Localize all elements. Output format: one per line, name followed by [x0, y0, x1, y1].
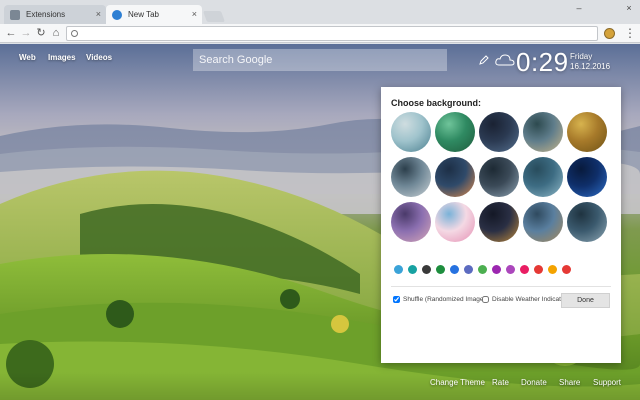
close-icon[interactable]: ×	[192, 5, 197, 24]
color-swatch[interactable]	[408, 265, 417, 274]
color-swatch[interactable]	[534, 265, 543, 274]
reload-icon[interactable]: ↻	[34, 25, 48, 41]
background-thumbnail-sunset-sea[interactable]	[435, 157, 475, 197]
rate-link[interactable]: Rate	[492, 378, 509, 387]
color-swatch[interactable]	[422, 265, 431, 274]
panel-title: Choose background:	[391, 98, 482, 108]
background-thumbnail-night-harbor[interactable]	[479, 112, 519, 152]
support-link[interactable]: Support	[593, 378, 621, 387]
background-thumbnail-bay-boats[interactable]	[523, 157, 563, 197]
background-thumbnail-city-lights[interactable]	[479, 202, 519, 242]
background-thumbnail-night-tower[interactable]	[567, 157, 607, 197]
color-swatch[interactable]	[548, 265, 557, 274]
videos-link[interactable]: Videos	[86, 53, 112, 62]
minimize-button[interactable]: –	[570, 2, 588, 14]
back-icon[interactable]: ←	[4, 25, 18, 41]
date-label: 16.12.2016	[570, 62, 611, 71]
background-thumbnail-canyon-lake[interactable]	[523, 202, 563, 242]
new-tab-page: Web Images Videos 0:29 Friday 16.12.2016…	[0, 44, 640, 400]
change-theme-link[interactable]: Change Theme	[430, 378, 485, 387]
color-swatch[interactable]	[492, 265, 501, 274]
forward-icon[interactable]: →	[19, 25, 33, 41]
background-chooser-panel: Choose background: Shuffle (Randomized I…	[381, 87, 621, 363]
extension-icon[interactable]	[604, 28, 615, 39]
pen-icon[interactable]	[479, 55, 489, 65]
tab-extensions[interactable]: Extensions ×	[4, 5, 106, 24]
donate-link[interactable]: Donate	[521, 378, 547, 387]
background-thumbnail-alpine-peak[interactable]	[391, 157, 431, 197]
menu-icon[interactable]: ⋮	[624, 25, 636, 41]
color-swatch[interactable]	[562, 265, 571, 274]
background-thumbnail-green-lagoon[interactable]	[435, 112, 475, 152]
cloud-icon	[495, 54, 515, 66]
background-thumbnail-purple-dusk[interactable]	[391, 202, 431, 242]
browser-toolbar: ← → ↻ ⌂ ⋮	[0, 24, 640, 43]
tab-title: New Tab	[128, 10, 159, 19]
tab-title: Extensions	[26, 10, 66, 19]
background-thumbnail-waterfall[interactable]	[391, 112, 431, 152]
color-swatch[interactable]	[506, 265, 515, 274]
address-bar[interactable]	[66, 26, 598, 41]
done-button[interactable]: Done	[561, 293, 610, 308]
weather-option[interactable]: Disable Weather Indicator	[482, 296, 567, 303]
search-input[interactable]	[193, 49, 447, 71]
share-link[interactable]: Share	[559, 378, 580, 387]
shuffle-label: Shuffle (Randomized Images)	[403, 296, 489, 303]
new-tab-favicon-icon	[112, 10, 122, 20]
close-icon[interactable]: ×	[96, 5, 101, 24]
shuffle-option[interactable]: Shuffle (Randomized Images)	[393, 296, 489, 303]
background-thumbnail-autumn-forest[interactable]	[567, 112, 607, 152]
puzzle-icon	[10, 10, 20, 20]
background-thumbnail-dark-waves[interactable]	[479, 157, 519, 197]
day-label: Friday	[570, 52, 593, 61]
color-swatch[interactable]	[478, 265, 487, 274]
color-swatch[interactable]	[520, 265, 529, 274]
new-tab-button[interactable]	[202, 11, 226, 22]
home-icon[interactable]: ⌂	[49, 25, 63, 41]
background-thumbnail-blue-forest[interactable]	[567, 202, 607, 242]
web-link[interactable]: Web	[19, 53, 36, 62]
background-thumbnail-mountain-lake[interactable]	[523, 112, 563, 152]
color-swatch[interactable]	[394, 265, 403, 274]
color-swatch[interactable]	[436, 265, 445, 274]
color-swatch[interactable]	[450, 265, 459, 274]
shuffle-checkbox[interactable]	[393, 296, 400, 303]
search-icon	[71, 30, 78, 37]
color-swatch[interactable]	[464, 265, 473, 274]
weather-label: Disable Weather Indicator	[492, 296, 567, 303]
close-window-button[interactable]: ×	[620, 2, 638, 14]
divider	[391, 286, 611, 287]
weather-checkbox[interactable]	[482, 296, 489, 303]
tab-new-tab[interactable]: New Tab ×	[106, 5, 202, 24]
images-link[interactable]: Images	[48, 53, 76, 62]
background-thumbnail-cherry-blossom[interactable]	[435, 202, 475, 242]
clock: 0:29	[516, 47, 569, 77]
tab-strip: Extensions × New Tab × – ×	[0, 0, 640, 24]
